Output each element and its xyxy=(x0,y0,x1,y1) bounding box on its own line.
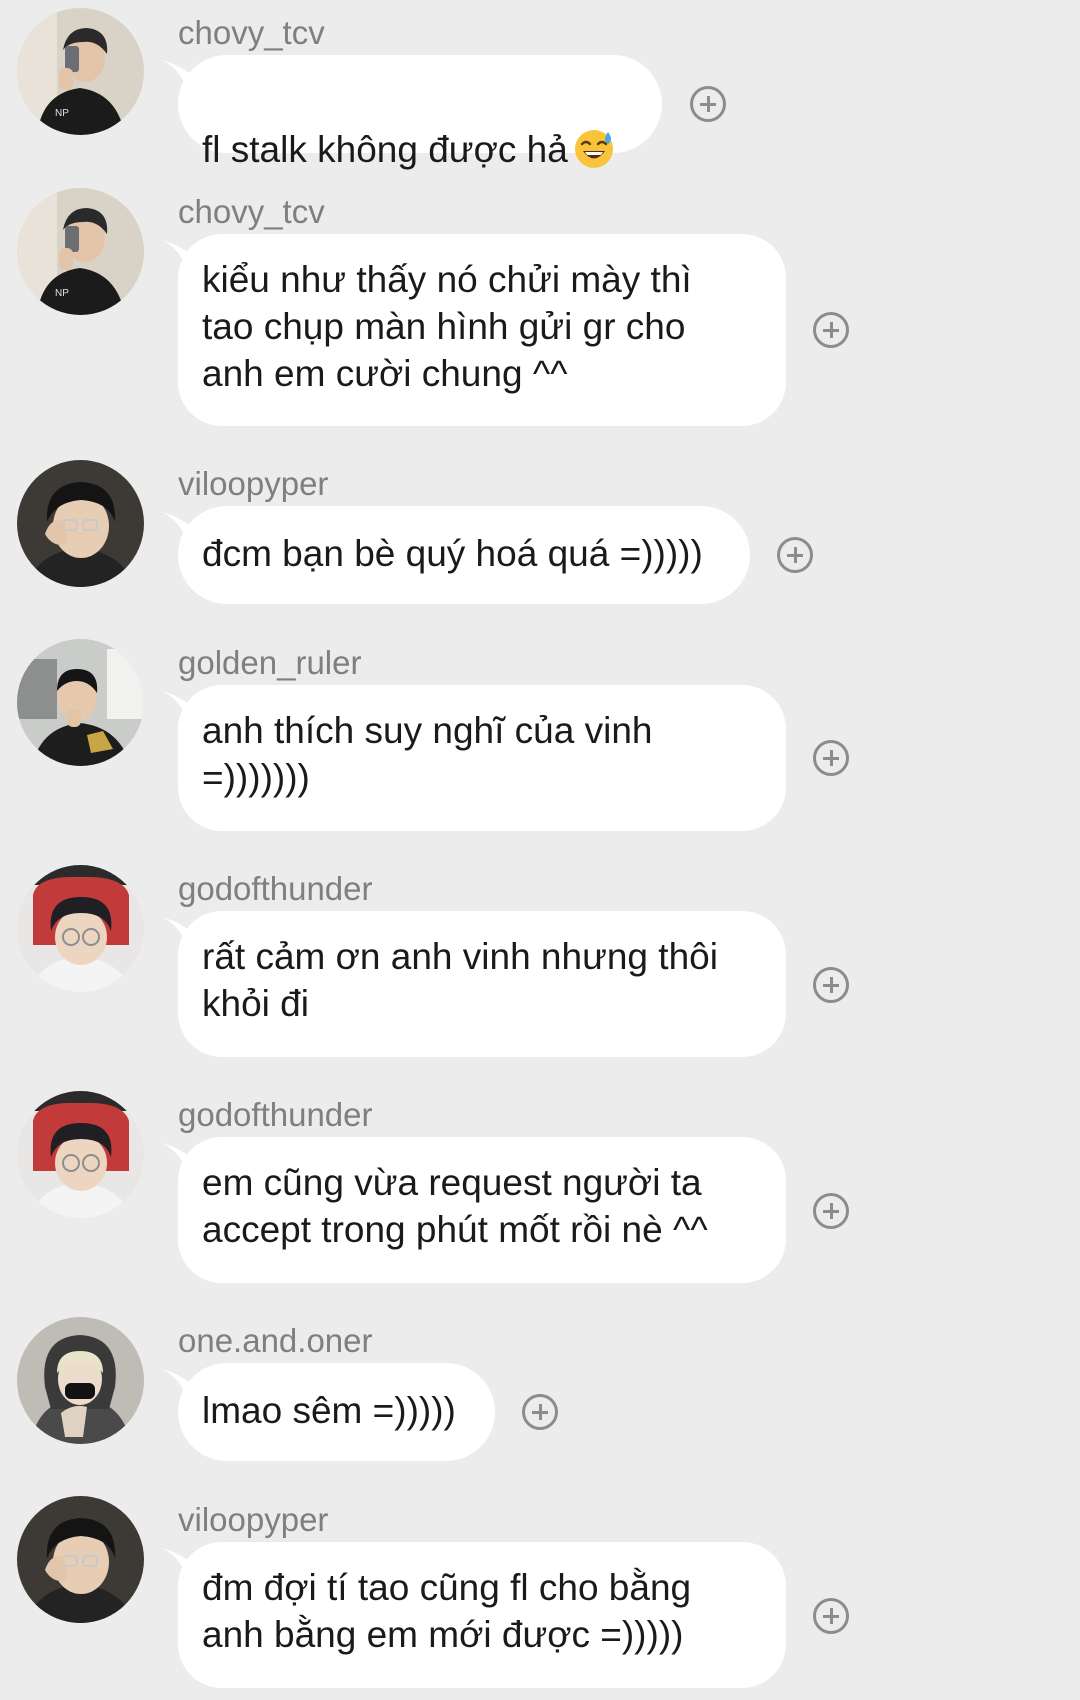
add-reaction-icon[interactable] xyxy=(813,740,849,776)
avatar-godofthunder xyxy=(17,865,144,992)
comment-username[interactable]: godofthunder xyxy=(178,1095,373,1135)
avatar-chovy xyxy=(17,188,144,315)
comment-username[interactable]: godofthunder xyxy=(178,869,373,909)
comment-username[interactable]: chovy_tcv xyxy=(178,192,325,232)
add-reaction-icon[interactable] xyxy=(522,1394,558,1430)
avatar[interactable] xyxy=(17,865,144,992)
add-reaction-icon[interactable] xyxy=(813,1598,849,1634)
comment-username[interactable]: golden_ruler xyxy=(178,643,361,683)
avatar[interactable] xyxy=(17,1496,144,1623)
comment-item: godofthunder em cũng vừa request người t… xyxy=(0,1083,1080,1293)
comment-item: one.and.oner lmao sêm =))))) xyxy=(0,1309,1080,1469)
message-bubble: kiểu như thấy nó chửi mày thì tao chụp m… xyxy=(178,234,786,426)
comment-item: godofthunder rất cảm ơn anh vinh nhưng t… xyxy=(0,857,1080,1067)
avatar[interactable] xyxy=(17,1091,144,1218)
avatar[interactable] xyxy=(17,460,144,587)
avatar-godofthunder xyxy=(17,1091,144,1218)
comment-item: viloopyper đcm bạn bè quý hoá quá =))))) xyxy=(0,452,1080,612)
comment-item: chovy_tcv kiểu như thấy nó chửi mày thì … xyxy=(0,180,1080,440)
message-bubble: rất cảm ơn anh vinh nhưng thôi khỏi đi xyxy=(178,911,786,1057)
comment-item: chovy_tcv fl stalk không được hả xyxy=(0,0,1080,170)
avatar-golden-ruler xyxy=(17,639,144,766)
comment-username[interactable]: viloopyper xyxy=(178,1500,328,1540)
comment-item: viloopyper đm đợi tí tao cũng fl cho bằn… xyxy=(0,1488,1080,1698)
message-bubble: fl stalk không được hả xyxy=(178,55,662,170)
add-reaction-icon[interactable] xyxy=(813,312,849,348)
avatar-one-and-oner xyxy=(17,1317,144,1444)
add-reaction-icon[interactable] xyxy=(813,967,849,1003)
avatar-viloopyper xyxy=(17,1496,144,1623)
avatar[interactable] xyxy=(17,1317,144,1444)
message-bubble: anh thích suy nghĩ của vinh =))))))) xyxy=(178,685,786,831)
message-bubble: em cũng vừa request người ta accept tron… xyxy=(178,1137,786,1283)
add-reaction-icon[interactable] xyxy=(777,537,813,573)
avatar[interactable] xyxy=(17,188,144,315)
comment-item: golden_ruler anh thích suy nghĩ của vinh… xyxy=(0,631,1080,841)
comment-thread: chovy_tcv fl stalk không được hả chovy_t… xyxy=(0,0,1080,1700)
avatar-viloopyper xyxy=(17,460,144,587)
message-bubble: đm đợi tí tao cũng fl cho bằng anh bằng … xyxy=(178,1542,786,1688)
message-text: fl stalk không được hả xyxy=(202,129,568,170)
avatar[interactable] xyxy=(17,8,144,135)
add-reaction-icon[interactable] xyxy=(690,86,726,122)
message-bubble: đcm bạn bè quý hoá quá =))))) xyxy=(178,506,750,604)
comment-username[interactable]: one.and.oner xyxy=(178,1321,373,1361)
comment-username[interactable]: chovy_tcv xyxy=(178,13,325,53)
comment-username[interactable]: viloopyper xyxy=(178,464,328,504)
add-reaction-icon[interactable] xyxy=(813,1193,849,1229)
grinning-sweat-emoji-icon xyxy=(572,126,616,170)
avatar-chovy xyxy=(17,8,144,135)
avatar[interactable] xyxy=(17,639,144,766)
message-bubble: lmao sêm =))))) xyxy=(178,1363,495,1461)
